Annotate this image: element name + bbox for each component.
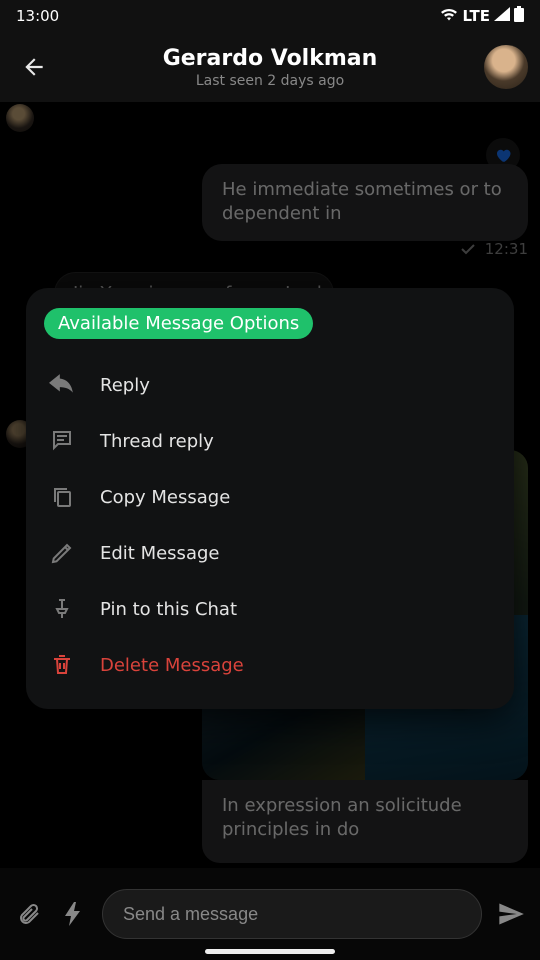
attachment-button[interactable]	[14, 899, 44, 929]
header-titles[interactable]: Gerardo Volkman Last seen 2 days ago	[68, 46, 472, 89]
thread-icon	[48, 427, 76, 455]
pencil-icon	[48, 539, 76, 567]
sheet-title-badge: Available Message Options	[44, 308, 313, 339]
home-indicator[interactable]	[205, 949, 335, 954]
last-seen: Last seen 2 days ago	[68, 73, 472, 89]
option-thread-reply[interactable]: Thread reply	[44, 413, 496, 469]
status-bar: 13:00 LTE	[0, 0, 540, 32]
option-label: Reply	[100, 375, 150, 396]
copy-icon	[48, 483, 76, 511]
trash-icon	[48, 651, 76, 679]
contact-name: Gerardo Volkman	[68, 46, 472, 71]
quick-action-button[interactable]	[58, 899, 88, 929]
paperclip-icon	[17, 902, 41, 926]
option-label: Copy Message	[100, 487, 230, 508]
option-label: Pin to this Chat	[100, 599, 237, 620]
message-options-sheet: Available Message Options Reply Thread r…	[26, 288, 514, 709]
send-button[interactable]	[496, 899, 526, 929]
option-label: Edit Message	[100, 543, 219, 564]
option-delete-message[interactable]: Delete Message	[44, 637, 496, 693]
option-copy-message[interactable]: Copy Message	[44, 469, 496, 525]
wifi-icon	[440, 7, 458, 25]
lightning-icon	[63, 902, 83, 926]
send-icon	[497, 900, 525, 928]
composer	[0, 868, 540, 960]
option-edit-message[interactable]: Edit Message	[44, 525, 496, 581]
message-input[interactable]	[102, 889, 482, 939]
status-indicators: LTE	[440, 6, 524, 26]
battery-icon	[514, 6, 524, 26]
network-label: LTE	[462, 7, 490, 25]
option-label: Thread reply	[100, 431, 214, 452]
option-pin-to-chat[interactable]: Pin to this Chat	[44, 581, 496, 637]
reply-icon	[48, 371, 76, 399]
pin-icon	[48, 595, 76, 623]
status-time: 13:00	[16, 7, 59, 25]
option-label: Delete Message	[100, 655, 244, 676]
avatar[interactable]	[484, 45, 528, 89]
signal-icon	[494, 7, 510, 25]
option-reply[interactable]: Reply	[44, 357, 496, 413]
back-button[interactable]	[12, 45, 56, 89]
arrow-left-icon	[21, 54, 47, 80]
chat-header: Gerardo Volkman Last seen 2 days ago	[0, 32, 540, 102]
